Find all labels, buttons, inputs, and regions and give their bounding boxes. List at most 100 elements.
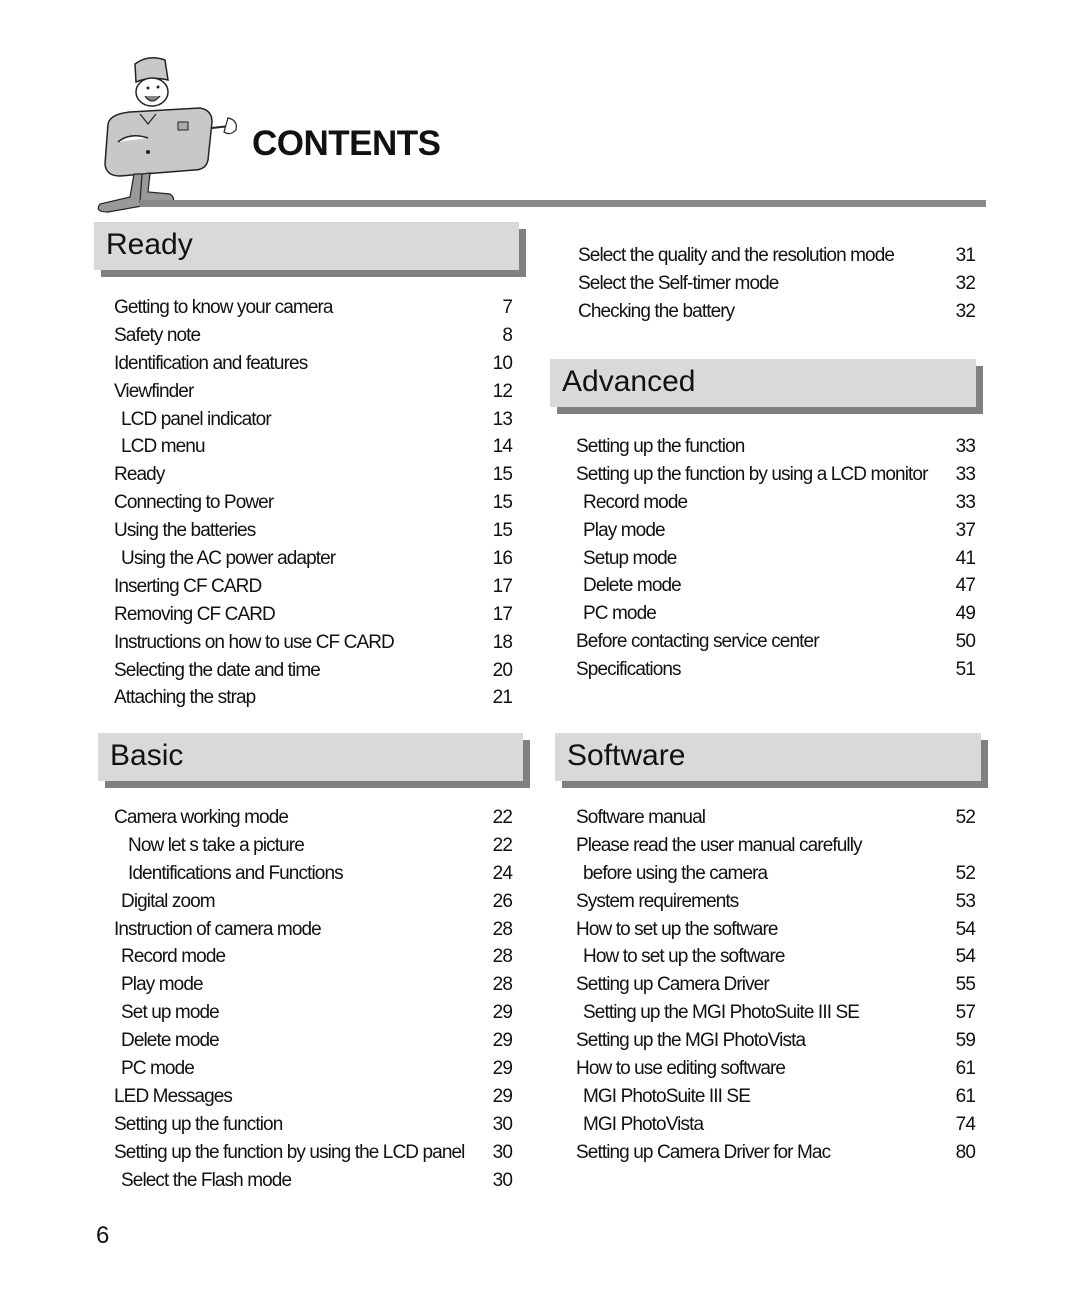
- toc-entry[interactable]: Record mode 28: [114, 946, 513, 974]
- toc-entry[interactable]: Specifications 51: [576, 659, 976, 687]
- toc-entry[interactable]: Software manual 52: [576, 807, 976, 835]
- toc-entry-label: How to use editing software: [576, 1058, 786, 1080]
- toc-entry[interactable]: Selecting the date and time 20: [114, 659, 513, 688]
- toc-entry[interactable]: How to set up the software 54: [576, 918, 976, 947]
- toc-entry-page: 26: [492, 890, 513, 912]
- toc-entry-page: 61: [955, 1085, 976, 1107]
- toc-entry-page: 30: [492, 1113, 513, 1135]
- toc-entry[interactable]: Setup mode 41: [576, 548, 976, 576]
- toc-entry-page: 14: [492, 436, 513, 458]
- toc-entry[interactable]: Setting up Camera Driver for Mac 80: [576, 1142, 976, 1170]
- toc-entry[interactable]: LED Messages 29: [114, 1085, 513, 1114]
- toc-entry-label: Instructions on how to use CF CARD: [114, 631, 395, 653]
- toc-entry[interactable]: Instructions on how to use CF CARD 18: [114, 631, 513, 660]
- toc-entry[interactable]: before using the camera 52: [576, 863, 976, 891]
- toc-entry[interactable]: MGI PhotoVista 74: [576, 1114, 976, 1142]
- toc-entry[interactable]: Removing CF CARD 17: [114, 603, 513, 632]
- section-title: Software: [567, 739, 686, 772]
- toc-ready-continued: Select the quality and the resolution mo…: [578, 245, 976, 329]
- toc-entry[interactable]: Attaching the strap 21: [114, 687, 513, 715]
- toc-entry[interactable]: LCD panel indicator 13: [114, 408, 513, 437]
- toc-entry[interactable]: Inserting CF CARD 17: [114, 575, 513, 604]
- toc-entry[interactable]: Getting to know your camera 7: [114, 297, 513, 325]
- toc-entry-page: 33: [955, 491, 976, 513]
- toc-entry-page: 20: [492, 659, 513, 681]
- toc-entry[interactable]: MGI PhotoSuite III SE 61: [576, 1085, 976, 1114]
- toc-entry[interactable]: Setting up the function 33: [576, 436, 976, 464]
- toc-entry[interactable]: PC mode 49: [576, 603, 976, 631]
- toc-entry[interactable]: Safety note 8: [114, 324, 513, 353]
- toc-entry[interactable]: Setting up the MGI PhotoSuite III SE 57: [576, 1002, 976, 1030]
- toc-entry[interactable]: Select the Self-timer mode 32: [578, 273, 976, 301]
- toc-entry-page: 61: [955, 1058, 976, 1080]
- toc-entry[interactable]: Connecting to Power 15: [114, 492, 513, 520]
- toc-entry[interactable]: Setting up the function by using the LCD…: [114, 1141, 513, 1170]
- toc-entry-page: 22: [492, 834, 513, 856]
- toc-entry-page: 37: [955, 519, 976, 541]
- toc-entry[interactable]: Please read the user manual carefully: [576, 835, 975, 863]
- toc-entry[interactable]: Now let s take a picture 22: [114, 834, 513, 863]
- toc-entry-label: System requirements: [576, 890, 739, 912]
- toc-entry-page: 12: [492, 380, 513, 402]
- toc-entry-page: 8: [502, 324, 513, 346]
- toc-entry[interactable]: Identification and features 10: [114, 353, 513, 381]
- toc-entry[interactable]: System requirements 53: [576, 890, 976, 919]
- toc-entry[interactable]: Delete mode 29: [114, 1030, 513, 1058]
- toc-entry-label: Using the batteries: [114, 520, 256, 542]
- toc-entry-label: Record mode: [583, 491, 688, 513]
- toc-entry[interactable]: Before contacting service center 50: [576, 631, 976, 659]
- toc-entry-page: 18: [492, 631, 513, 653]
- toc-entry-label: Using the AC power adapter: [121, 548, 336, 570]
- toc-entry[interactable]: How to use editing software 61: [576, 1058, 976, 1086]
- toc-entry-label: How to set up the software: [583, 946, 785, 968]
- toc-entry[interactable]: Digital zoom 26: [114, 890, 513, 919]
- toc-entry[interactable]: Setting up the MGI PhotoVista 59: [576, 1030, 976, 1058]
- toc-entry-page: 29: [492, 1058, 513, 1080]
- toc-entry-label: Record mode: [121, 946, 226, 968]
- section-title: Advanced: [562, 365, 696, 398]
- toc-entry[interactable]: Play mode 28: [114, 974, 513, 1002]
- toc-entry-page: 50: [955, 631, 976, 653]
- toc-entry[interactable]: Select the Flash mode 30: [114, 1170, 513, 1198]
- toc-entry-page: 17: [492, 603, 513, 625]
- toc-entry[interactable]: Setting up the function by using a LCD m…: [576, 464, 976, 492]
- toc-entry-label: How to set up the software: [576, 918, 778, 940]
- toc-entry[interactable]: Select the quality and the resolution mo…: [578, 245, 976, 273]
- toc-entry-page: 15: [492, 464, 513, 486]
- toc-entry-label: Inserting CF CARD: [114, 575, 262, 597]
- toc-entry[interactable]: Using the batteries 15: [114, 520, 513, 548]
- section-header-ready: Ready: [94, 222, 519, 270]
- toc-entry-page: 54: [955, 946, 976, 968]
- toc-entry-page: 15: [492, 492, 513, 514]
- toc-entry[interactable]: Checking the battery 32: [578, 301, 976, 329]
- toc-entry[interactable]: LCD menu 14: [114, 436, 513, 464]
- toc-entry-label: Setting up the MGI PhotoVista: [576, 1030, 806, 1052]
- toc-entry-page: 28: [492, 918, 513, 940]
- toc-entry-label: Removing CF CARD: [114, 603, 276, 625]
- toc-entry[interactable]: Setting up Camera Driver 55: [576, 974, 976, 1002]
- toc-entry[interactable]: Camera working mode 22: [114, 807, 513, 835]
- toc-entry[interactable]: Identifications and Functions 24: [114, 863, 513, 891]
- toc-entry[interactable]: PC mode 29: [114, 1058, 513, 1086]
- toc-entry[interactable]: Using the AC power adapter 16: [114, 548, 513, 576]
- toc-entry-label: Play mode: [583, 519, 666, 541]
- toc-entry[interactable]: Setting up the function 30: [114, 1113, 513, 1142]
- toc-entry-page: 29: [492, 1085, 513, 1107]
- toc-entry[interactable]: Record mode 33: [576, 491, 976, 520]
- toc-entry-page: 22: [492, 807, 513, 828]
- toc-entry-label: Delete mode: [583, 575, 682, 597]
- toc-entry-page: 30: [492, 1141, 513, 1163]
- toc-entry[interactable]: Viewfinder 12: [114, 380, 513, 409]
- toc-entry[interactable]: Play mode 37: [576, 519, 976, 548]
- toc-entry[interactable]: Set up mode 29: [114, 1002, 513, 1030]
- toc-entry-page: 21: [492, 687, 513, 709]
- toc-entry[interactable]: Instruction of camera mode 28: [114, 918, 513, 947]
- toc-entry-label: LCD panel indicator: [121, 408, 272, 430]
- toc-entry-page: 16: [492, 548, 513, 570]
- toc-entry-label: Delete mode: [121, 1030, 220, 1052]
- toc-entry-label: Viewfinder: [114, 380, 194, 402]
- toc-entry[interactable]: How to set up the software 54: [576, 946, 976, 974]
- toc-entry-page: 29: [492, 1030, 513, 1052]
- toc-entry[interactable]: Delete mode 47: [576, 575, 976, 603]
- toc-entry[interactable]: Ready 15: [114, 464, 513, 492]
